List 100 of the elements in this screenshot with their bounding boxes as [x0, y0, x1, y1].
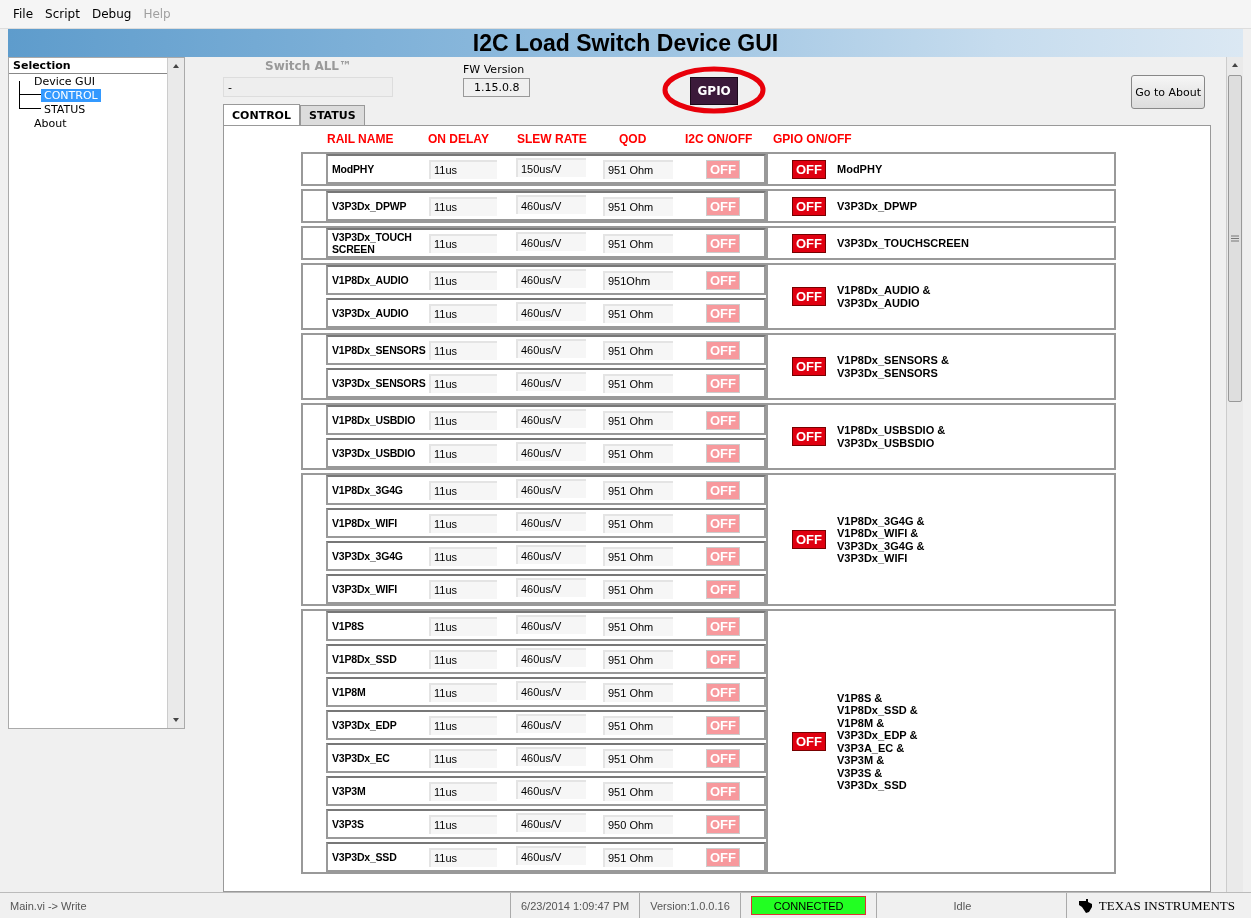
go-to-about-button[interactable]: Go to About [1131, 75, 1205, 109]
gpio-switch[interactable]: OFF [792, 732, 826, 751]
menu-item[interactable]: Debug [86, 5, 137, 23]
slew-rate-field[interactable]: 460us/V [516, 372, 586, 391]
qod-field[interactable]: 951 Ohm [603, 443, 673, 463]
on-delay-field[interactable]: 11us [429, 303, 497, 323]
qod-field[interactable]: 951 Ohm [603, 410, 673, 430]
qod-field[interactable]: 951Ohm [603, 270, 673, 290]
on-delay-field[interactable]: 11us [429, 410, 497, 430]
scroll-up-icon[interactable] [1231, 61, 1239, 69]
scroll-up-icon[interactable] [172, 62, 180, 70]
qod-field[interactable]: 951 Ohm [603, 546, 673, 566]
scrollbar[interactable] [1226, 57, 1243, 892]
on-delay-field[interactable]: 11us [429, 781, 497, 801]
slew-rate-field[interactable]: 460us/V [516, 615, 586, 634]
qod-field[interactable]: 951 Ohm [603, 579, 673, 599]
gpio-rail-label: V1P8Dx_3G4G & V1P8Dx_WIFI & V3P3Dx_3G4G & V3P3Dx_WIFI [837, 514, 925, 565]
slew-rate-field[interactable]: 460us/V [516, 409, 586, 428]
on-delay-field[interactable]: 11us [429, 682, 497, 702]
tab[interactable]: CONTROL [223, 104, 300, 125]
slew-rate-field[interactable]: 460us/V [516, 479, 586, 498]
slew-rate-field[interactable]: 460us/V [516, 813, 586, 832]
rail-name: V3P3Dx_3G4G [331, 550, 404, 562]
qod-field[interactable]: 951 Ohm [603, 159, 673, 179]
qod-field[interactable]: 951 Ohm [603, 682, 673, 702]
tree-item[interactable]: Device GUI [31, 74, 98, 88]
qod-field[interactable]: 951 Ohm [603, 303, 673, 323]
gpio-switch[interactable]: OFF [792, 357, 826, 376]
on-delay-field[interactable]: 11us [429, 233, 497, 253]
rail-name: V3P3Dx_SENSORS [331, 377, 427, 389]
tree-item[interactable]: STATUS [41, 102, 89, 116]
column-header: GPIO ON/OFF [773, 132, 852, 146]
grip-icon [1231, 235, 1239, 242]
slew-rate-field[interactable]: 460us/V [516, 545, 586, 564]
on-delay-field[interactable]: 11us [429, 196, 497, 216]
on-delay-field[interactable]: 11us [429, 546, 497, 566]
on-delay-field[interactable]: 11us [429, 373, 497, 393]
slew-rate-field[interactable]: 460us/V [516, 681, 586, 700]
rail-name: V1P8Dx_WIFI [331, 517, 398, 529]
tab[interactable]: STATUS [299, 105, 365, 125]
on-delay-field[interactable]: 11us [429, 649, 497, 669]
slew-rate-field[interactable]: 460us/V [516, 747, 586, 766]
menu-item[interactable]: Script [40, 5, 85, 23]
rail-name: V3P3Dx_AUDIO [331, 307, 410, 319]
qod-field[interactable]: 951 Ohm [603, 847, 673, 867]
on-delay-field[interactable]: 11us [429, 616, 497, 636]
qod-field[interactable]: 951 Ohm [603, 340, 673, 360]
menu-item[interactable]: File [8, 5, 39, 23]
slew-rate-field[interactable]: 460us/V [516, 512, 586, 531]
slew-rate-field[interactable]: 460us/V [516, 648, 586, 667]
qod-field[interactable]: 951 Ohm [603, 196, 673, 216]
slew-rate-field[interactable]: 460us/V [516, 714, 586, 733]
window-title: I2C Load Switch Device GUI [472, 29, 779, 57]
gpio-switch[interactable]: OFF [792, 427, 826, 446]
qod-field[interactable]: 951 Ohm [603, 748, 673, 768]
gpio-button[interactable]: GPIO [690, 77, 738, 105]
on-delay-field[interactable]: 11us [429, 579, 497, 599]
qod-field[interactable]: 951 Ohm [603, 715, 673, 735]
gpio-switch[interactable]: OFF [792, 196, 826, 216]
slew-rate-field[interactable]: 150us/V [516, 158, 586, 177]
on-delay-field[interactable]: 11us [429, 748, 497, 768]
slew-rate-field[interactable]: 460us/V [516, 232, 586, 251]
qod-field[interactable]: 951 Ohm [603, 513, 673, 533]
gpio-switch[interactable]: OFF [792, 233, 826, 253]
column-header: QOD [619, 132, 647, 146]
rail-name: V3P3Dx_EDP [331, 719, 398, 731]
scroll-down-icon[interactable] [172, 716, 180, 724]
gpio-rail-label: V3P3Dx_TOUCHSCREEN [837, 236, 969, 250]
slew-rate-field[interactable]: 460us/V [516, 780, 586, 799]
slew-rate-field[interactable]: 460us/V [516, 302, 586, 321]
tree-item[interactable]: About [31, 116, 70, 130]
qod-field[interactable]: 950 Ohm [603, 814, 673, 834]
on-delay-field[interactable]: 11us [429, 715, 497, 735]
on-delay-field[interactable]: 11us [429, 159, 497, 179]
on-delay-field[interactable]: 11us [429, 513, 497, 533]
gpio-switch[interactable]: OFF [792, 530, 826, 549]
slew-rate-field[interactable]: 460us/V [516, 269, 586, 288]
slew-rate-field[interactable]: 460us/V [516, 442, 586, 461]
gpio-switch[interactable]: OFF [792, 287, 826, 306]
on-delay-field[interactable]: 11us [429, 480, 497, 500]
qod-field[interactable]: 951 Ohm [603, 781, 673, 801]
scrollbar[interactable] [167, 58, 184, 728]
on-delay-field[interactable]: 11us [429, 443, 497, 463]
on-delay-field[interactable]: 11us [429, 270, 497, 290]
on-delay-field[interactable]: 11us [429, 847, 497, 867]
qod-field[interactable]: 951 Ohm [603, 480, 673, 500]
slew-rate-field[interactable]: 460us/V [516, 195, 586, 214]
qod-field[interactable]: 951 Ohm [603, 616, 673, 636]
on-delay-field[interactable]: 11us [429, 340, 497, 360]
gpio-switch[interactable]: OFF [792, 159, 826, 179]
qod-field[interactable]: 951 Ohm [603, 233, 673, 253]
scroll-thumb[interactable] [1228, 75, 1242, 402]
qod-field[interactable]: 951 Ohm [603, 649, 673, 669]
rail-name: V3P3M [331, 785, 367, 797]
qod-field[interactable]: 951 Ohm [603, 373, 673, 393]
slew-rate-field[interactable]: 460us/V [516, 339, 586, 358]
slew-rate-field[interactable]: 460us/V [516, 578, 586, 597]
on-delay-field[interactable]: 11us [429, 814, 497, 834]
slew-rate-field[interactable]: 460us/V [516, 846, 586, 865]
rail-name: V3P3Dx_EC [331, 752, 391, 764]
